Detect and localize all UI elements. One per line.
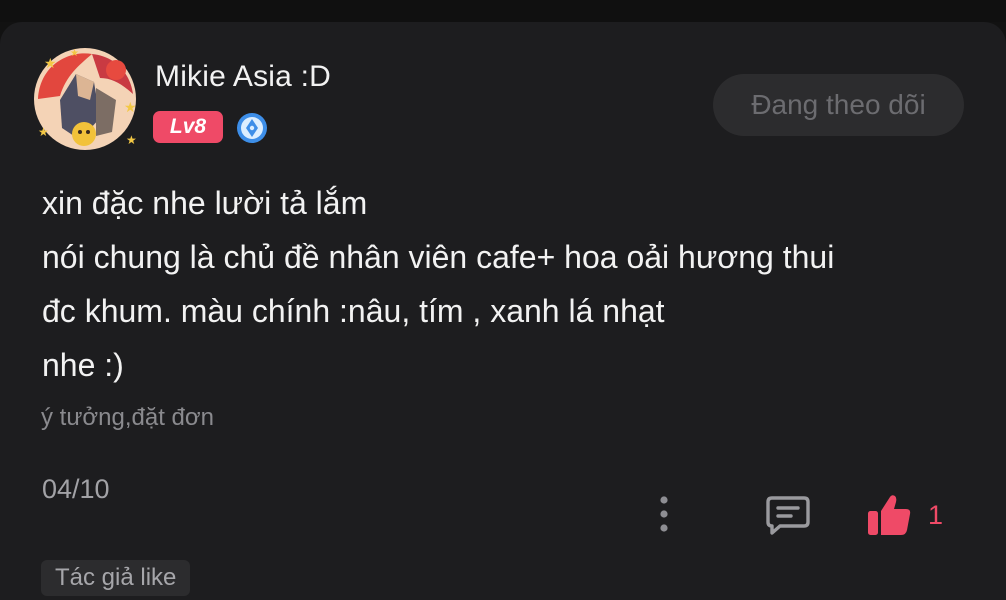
like-button[interactable]: 1 [866,492,943,538]
author-like-badge: Tác giả like [41,560,191,596]
post-tag[interactable]: ý tưởng,đặt đơn [41,404,214,432]
svg-text:★: ★ [124,99,137,115]
svg-text:★: ★ [126,133,137,147]
more-vertical-icon[interactable] [651,494,677,534]
verified-pen-icon [235,111,269,145]
post-line: đc khum. màu chính :nâu, tím , xanh lá n… [42,293,665,329]
post-card: ★ ★ ★ ★ ★ Mikie Asia :D Lv8 Đang theo dõ… [0,22,1006,600]
level-badge: Lv8 [153,111,223,143]
avatar[interactable]: ★ ★ ★ ★ ★ [30,44,140,154]
following-button[interactable]: Đang theo dõi [713,74,964,136]
like-count: 1 [928,499,944,530]
post-date: 04/10 [42,474,110,504]
post-line: nói chung là chủ đề nhân viên cafe+ hoa … [42,239,835,275]
username[interactable]: Mikie Asia :D [155,60,331,94]
svg-text:★: ★ [44,55,57,71]
comment-icon[interactable] [764,494,812,536]
svg-text:★: ★ [38,125,49,139]
svg-text:★: ★ [70,48,79,59]
post-line: xin đặc nhe lười tả lắm [42,185,368,221]
post-content: xin đặc nhe lười tả lắm nói chung là chủ… [42,176,982,392]
post-line: nhe :) [42,347,124,383]
top-strip [0,0,1006,22]
thumbs-up-icon [868,495,911,535]
